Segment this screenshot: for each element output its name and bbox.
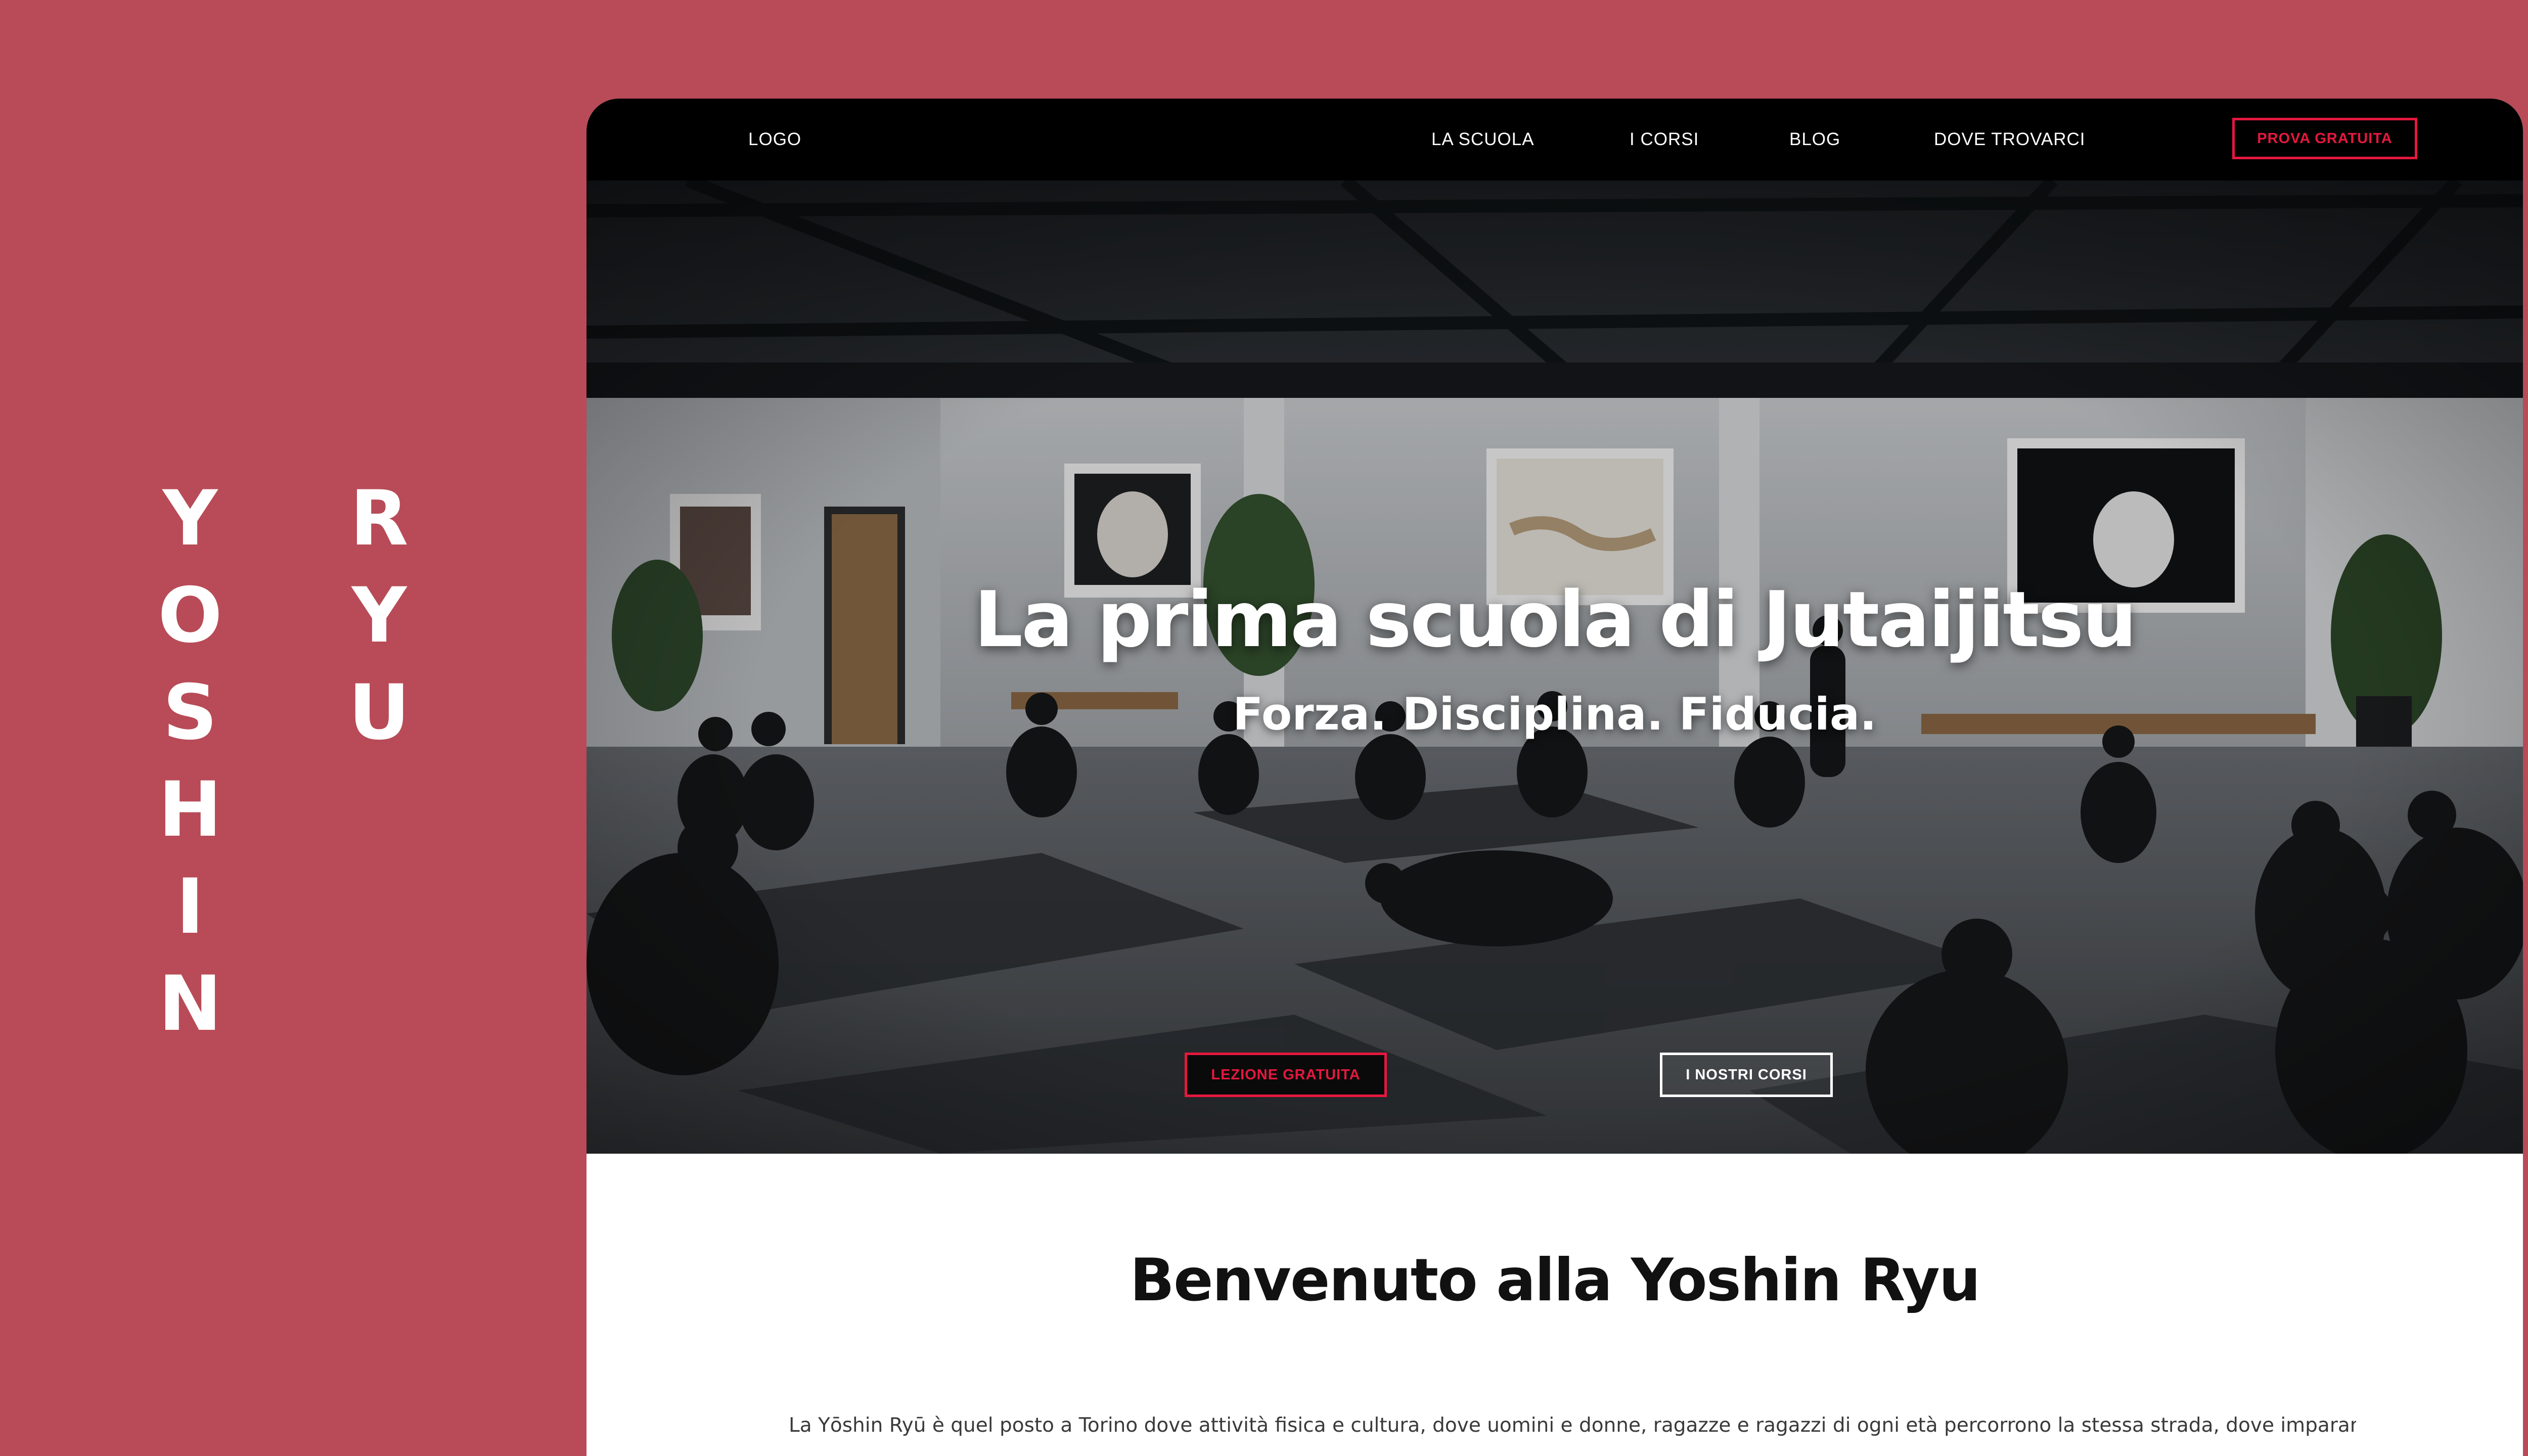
free-lesson-button[interactable]: LEZIONE GRATUITA: [1185, 1053, 1387, 1097]
brand-letter: Y: [162, 475, 218, 563]
hero-subtitle: Forza. Disciplina. Fiducia.: [1233, 688, 1877, 740]
brand-letter: H: [158, 766, 222, 854]
our-courses-button[interactable]: I NOSTRI CORSI: [1660, 1053, 1833, 1097]
nav-link-i-corsi[interactable]: I CORSI: [1630, 99, 1699, 180]
nav-link-la-scuola[interactable]: LA SCUOLA: [1431, 99, 1534, 180]
welcome-text: La Yōshin Ryū è quel posto a Torino dove…: [789, 1414, 2356, 1437]
hero-background-photo: [586, 180, 2523, 1154]
brand-letter: O: [158, 572, 222, 660]
free-trial-button[interactable]: PROVA GRATUITA: [2232, 118, 2417, 159]
site-logo[interactable]: LOGO: [748, 99, 801, 180]
brand-yoshin: Y O S H I N: [150, 470, 231, 1053]
website-mockup: LOGO LA SCUOLA I CORSI BLOG DOVE TROVARC…: [586, 99, 2523, 1456]
hero-section: La prima scuola di Jutaijitsu Forza. Dis…: [586, 180, 2523, 1154]
brand-letter: R: [350, 475, 409, 563]
brand-letter: N: [158, 960, 222, 1048]
brand-letter: U: [348, 669, 410, 757]
nav-bar: LOGO LA SCUOLA I CORSI BLOG DOVE TROVARC…: [586, 99, 2523, 180]
nav-link-dove-trovarci[interactable]: DOVE TROVARCI: [1934, 99, 2086, 180]
hero-title: La prima scuola di Jutaijitsu: [974, 575, 2137, 664]
nav-link-blog[interactable]: BLOG: [1789, 99, 1840, 180]
brand-letter: I: [176, 863, 204, 951]
welcome-title: Benvenuto alla Yoshin Ryu: [1130, 1246, 1981, 1314]
brand-letter: S: [162, 669, 218, 757]
brand-letter: Y: [351, 572, 407, 660]
brand-ryu: R Y U: [339, 470, 420, 761]
